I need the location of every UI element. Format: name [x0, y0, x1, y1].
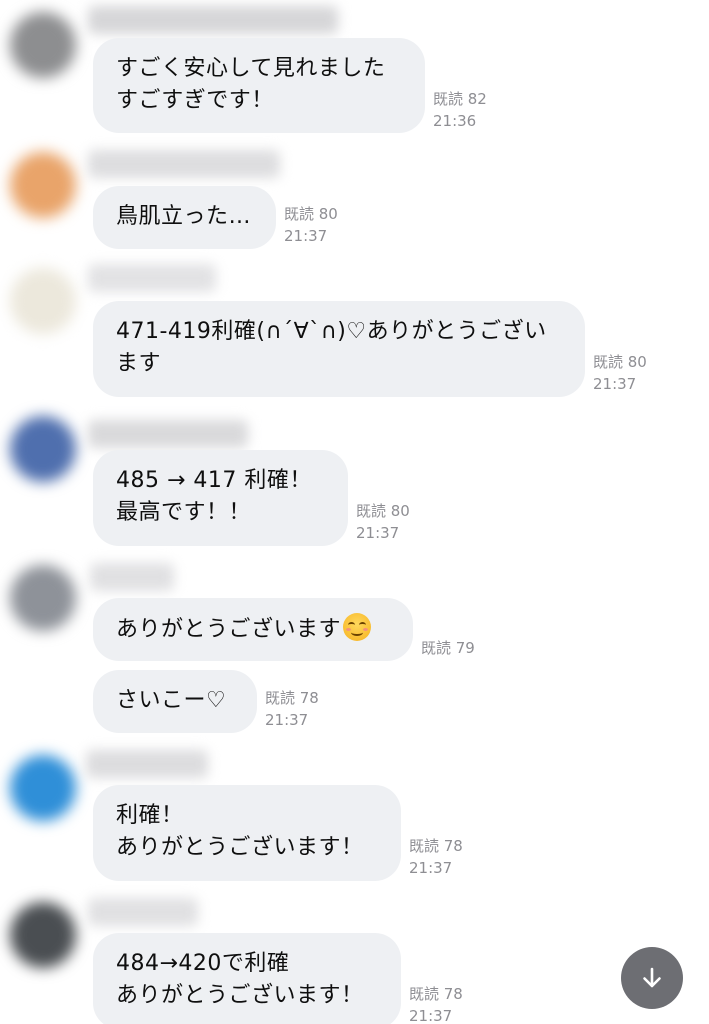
message-text: 鳥肌立った…: [116, 204, 252, 229]
timestamp: 21:37: [356, 524, 400, 542]
message-text: ます: [116, 351, 162, 376]
message-meta: 既読 78 21:37: [409, 835, 463, 879]
sender-name: [88, 264, 216, 292]
message-bubble[interactable]: さいこー♡: [93, 670, 257, 733]
message-meta: 既読 78 21:37: [265, 687, 319, 731]
message-text: 利確！: [116, 803, 184, 828]
message-meta: 既読 80 21:37: [356, 500, 410, 544]
message-bubble[interactable]: ありがとうございます: [93, 598, 413, 661]
read-receipt: 既読 80: [284, 205, 338, 223]
message-text: 471-419利確(∩´∀`∩)♡ありがとうござい: [116, 319, 547, 344]
message-meta: 既読 82 21:36: [433, 88, 487, 132]
avatar[interactable]: [10, 268, 76, 334]
message-text: すごく安心して見れました: [116, 56, 386, 81]
message-text: すごすぎです！: [116, 88, 274, 113]
sender-name: [90, 563, 174, 591]
avatar[interactable]: [10, 12, 76, 78]
message-meta: 既読 80 21:37: [593, 351, 647, 395]
message-text: ありがとうございます！: [116, 835, 364, 860]
sender-name: [88, 898, 198, 926]
message-meta: 既読 80 21:37: [284, 203, 338, 247]
timestamp: 21:36: [433, 112, 477, 130]
message-meta: 既読 78 21:37: [409, 983, 463, 1024]
arrow-down-icon: [643, 967, 661, 988]
avatar[interactable]: [10, 755, 76, 821]
message-bubble[interactable]: 471-419利確(∩´∀`∩)♡ありがとうござい ます: [93, 301, 585, 397]
avatar[interactable]: [10, 416, 76, 482]
message-text: 484→420で利確: [116, 951, 290, 976]
message-text: 最高です！！: [116, 500, 252, 525]
message-bubble[interactable]: 485 → 417 利確！ 最高です！！: [93, 450, 348, 546]
message-bubble[interactable]: 利確！ ありがとうございます！: [93, 785, 401, 881]
read-receipt: 既読 82: [433, 90, 487, 108]
message-bubble[interactable]: すごく安心して見れました すごすぎです！: [93, 38, 425, 133]
timestamp: 21:37: [409, 1007, 453, 1024]
message-meta: 既読 79: [421, 637, 475, 659]
timestamp: 21:37: [409, 859, 453, 877]
avatar[interactable]: [10, 152, 76, 218]
message-text: さいこー♡: [116, 688, 227, 713]
timestamp: 21:37: [284, 227, 328, 245]
timestamp: 21:37: [265, 711, 309, 729]
read-receipt: 既読 80: [593, 353, 647, 371]
read-receipt: 既読 80: [356, 502, 410, 520]
timestamp: 21:37: [593, 375, 637, 393]
avatar[interactable]: [10, 902, 76, 968]
sender-name: [88, 420, 248, 448]
message-bubble[interactable]: 484→420で利確 ありがとうございます！: [93, 933, 401, 1024]
read-receipt: 既読 78: [409, 985, 463, 1003]
scroll-to-bottom-button[interactable]: [621, 947, 683, 1009]
message-text: ありがとうございます: [116, 613, 391, 646]
sender-name: [86, 750, 208, 778]
sender-name: [88, 150, 280, 178]
message-text: 485 → 417 利確！: [116, 468, 312, 493]
smiling-face-emoji: [343, 613, 372, 641]
read-receipt: 既読 79: [421, 639, 475, 657]
avatar[interactable]: [10, 565, 76, 631]
message-text: ありがとうございます！: [116, 983, 364, 1008]
message-bubble[interactable]: 鳥肌立った…: [93, 186, 276, 249]
read-receipt: 既読 78: [265, 689, 319, 707]
message-text-content: ありがとうございます: [116, 617, 342, 642]
chat-timeline[interactable]: すごく安心して見れました すごすぎです！ 既読 82 21:36 鳥肌立った… …: [0, 0, 709, 1024]
sender-name: [88, 6, 338, 34]
read-receipt: 既読 78: [409, 837, 463, 855]
